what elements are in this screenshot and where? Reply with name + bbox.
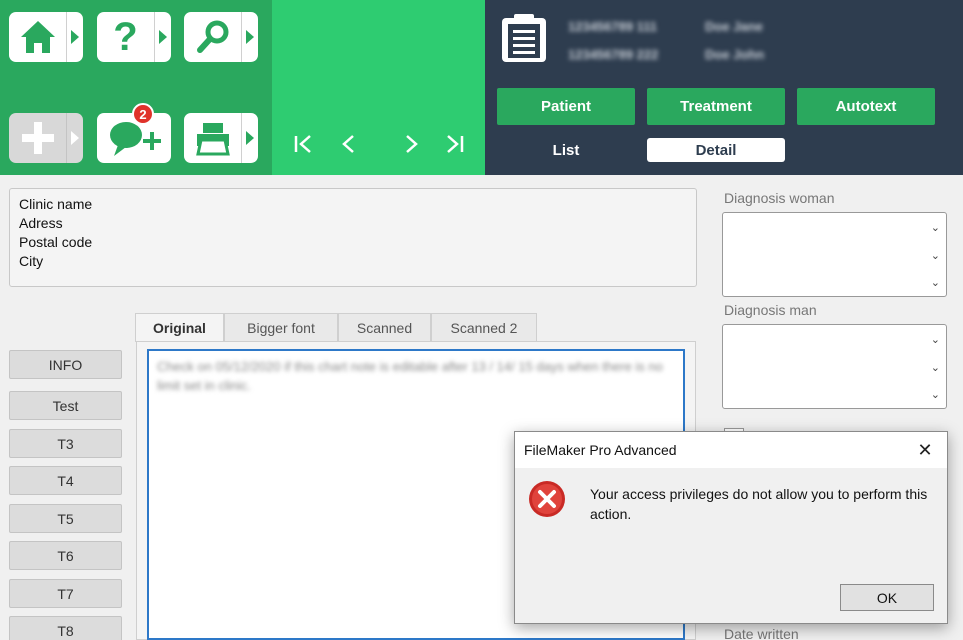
tab-original[interactable]: Original (135, 313, 224, 342)
search-icon (184, 12, 241, 62)
clinic-postal: Postal code (19, 234, 93, 250)
dialog-title: FileMaker Pro Advanced (515, 432, 947, 468)
t7-button[interactable]: T7 (9, 579, 122, 608)
date-written-label: Date written (724, 626, 799, 640)
error-dialog: FileMaker Pro Advanced ✕ Your access pri… (514, 431, 948, 624)
toolbar-panel: ? 2 (0, 0, 272, 175)
notification-badge: 2 (132, 103, 154, 125)
caret-right-icon[interactable] (66, 12, 83, 62)
caret-right-icon[interactable] (66, 113, 83, 163)
clinic-street: Adress (19, 215, 63, 231)
tab-detail[interactable]: Detail (647, 138, 785, 162)
chevron-down-icon: ⌄ (930, 362, 940, 374)
patient-name: Doe John (705, 47, 765, 62)
patient-name: Doe Jane (705, 19, 763, 34)
app-window: ? 2 123456789 111 Doe Jane 123456789 222… (0, 0, 963, 640)
t3-button[interactable]: T3 (9, 429, 122, 458)
treatment-button[interactable]: Treatment (647, 88, 785, 125)
test-button[interactable]: Test (9, 391, 122, 420)
clipboard-icon (502, 14, 546, 62)
plus-icon (9, 113, 66, 163)
clinic-city: City (19, 253, 44, 269)
help-button[interactable]: ? (97, 12, 171, 62)
caret-right-icon[interactable] (241, 113, 258, 163)
chevron-down-icon: ⌄ (930, 334, 940, 346)
first-record-icon[interactable] (293, 133, 315, 155)
add-button[interactable] (9, 113, 83, 163)
home-button[interactable] (9, 12, 83, 62)
tab-bigger-font[interactable]: Bigger font (224, 313, 338, 342)
ok-button[interactable]: OK (840, 584, 934, 611)
error-icon (529, 481, 565, 517)
patient-id: 123456789 111 (568, 19, 657, 34)
printer-icon (184, 113, 241, 163)
chevron-down-icon: ⌄ (930, 222, 940, 234)
chevron-down-icon: ⌄ (930, 389, 940, 401)
diagnosis-man-field[interactable]: ⌄ ⌄ ⌄ (722, 324, 947, 409)
tab-scanned-2[interactable]: Scanned 2 (431, 313, 537, 342)
home-icon (9, 12, 66, 62)
t4-button[interactable]: T4 (9, 466, 122, 495)
note-tabs: Original Bigger font Scanned Scanned 2 (135, 313, 537, 342)
t6-button[interactable]: T6 (9, 541, 122, 570)
chevron-down-icon: ⌄ (930, 250, 940, 262)
previous-record-icon[interactable] (338, 133, 360, 155)
chart-note-text: Check on 05/12/2020 if this chart note i… (157, 359, 663, 393)
dialog-message: Your access privileges do not allow you … (590, 486, 928, 522)
patient-id: 123456789 222 (568, 47, 659, 62)
tab-scanned[interactable]: Scanned (338, 313, 431, 342)
diagnosis-woman-field[interactable]: ⌄ ⌄ ⌄ (722, 212, 947, 297)
caret-right-icon[interactable] (241, 12, 258, 62)
clinic-address: Clinic name Adress Postal code City (9, 188, 697, 287)
diagnosis-man-label: Diagnosis man (724, 302, 817, 318)
t8-button[interactable]: T8 (9, 616, 122, 640)
next-record-icon[interactable] (400, 133, 422, 155)
caret-right-icon[interactable] (154, 12, 171, 62)
search-button[interactable] (184, 12, 258, 62)
tab-list[interactable]: List (497, 138, 635, 162)
last-record-icon[interactable] (443, 133, 465, 155)
info-button[interactable]: INFO (9, 350, 122, 379)
diagnosis-woman-label: Diagnosis woman (724, 190, 835, 206)
autotext-button[interactable]: Autotext (797, 88, 935, 125)
t5-button[interactable]: T5 (9, 504, 122, 533)
patient-button[interactable]: Patient (497, 88, 635, 125)
clinic-name: Clinic name (19, 196, 93, 212)
question-icon: ? (113, 14, 138, 59)
print-button[interactable] (184, 113, 258, 163)
chevron-down-icon: ⌄ (930, 277, 940, 289)
close-icon[interactable]: ✕ (903, 432, 947, 468)
